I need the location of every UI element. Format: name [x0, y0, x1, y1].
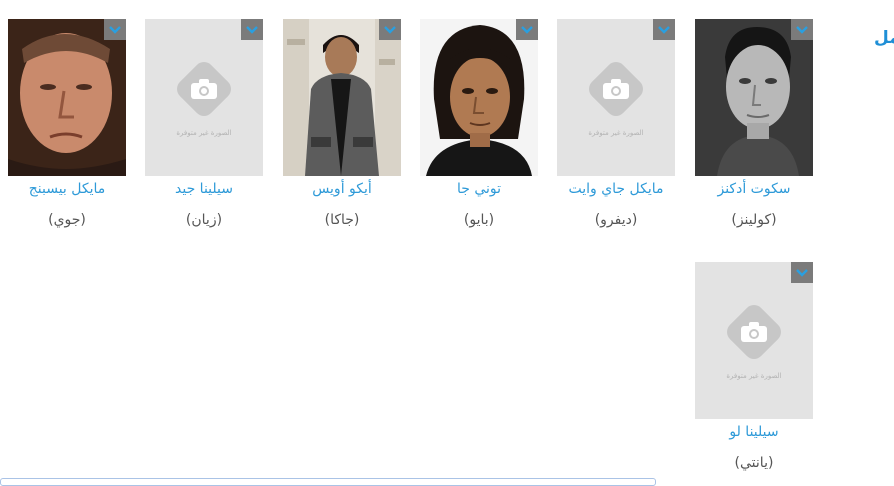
camera-icon	[191, 78, 217, 99]
actor-name-link[interactable]: سيلينا لو	[695, 423, 813, 441]
character-name: (جاكا)	[324, 212, 360, 228]
section-heading: مل	[874, 28, 894, 48]
chevron-down-icon	[796, 25, 808, 34]
actor-name-link[interactable]: مايكل جاي وايت	[557, 180, 675, 198]
cast-card: توني جا (بايو)	[420, 19, 538, 229]
card-menu-button[interactable]	[791, 262, 813, 283]
character-name: (كولينز)	[731, 212, 777, 228]
character-name: (بايو)	[463, 212, 495, 228]
actor-name-link[interactable]: مايكل بيسبنج	[8, 180, 126, 198]
cast-card: سكوت أدكنز (كولينز)	[695, 19, 813, 229]
actor-photo[interactable]	[420, 19, 538, 176]
actor-photo[interactable]	[695, 19, 813, 176]
actor-photo[interactable]	[8, 19, 126, 176]
cast-card: الصورة غير متوفرة مايكل جاي وايت (ديفرو)	[557, 19, 675, 229]
placeholder-caption: الصورة غير متوفرة	[588, 128, 644, 137]
character-name: (زيان)	[185, 212, 223, 228]
chevron-down-icon	[658, 25, 670, 34]
actor-name-link[interactable]: سيلينا جيد	[145, 180, 263, 198]
chevron-down-icon	[796, 268, 808, 277]
actor-photo-placeholder[interactable]: الصورة غير متوفرة	[695, 262, 813, 419]
chevron-down-icon	[109, 25, 121, 34]
actor-name-link[interactable]: توني جا	[420, 180, 538, 198]
comment-input[interactable]	[0, 478, 656, 486]
chevron-down-icon	[246, 25, 258, 34]
character-name: (ديفرو)	[594, 212, 638, 228]
actor-photo[interactable]	[283, 19, 401, 176]
card-menu-button[interactable]	[241, 19, 263, 40]
camera-icon	[603, 78, 629, 99]
chevron-down-icon	[521, 25, 533, 34]
actor-photo-placeholder[interactable]: الصورة غير متوفرة	[145, 19, 263, 176]
camera-icon	[741, 321, 767, 342]
card-menu-button[interactable]	[653, 19, 675, 40]
card-menu-button[interactable]	[516, 19, 538, 40]
actor-name-link[interactable]: أيكو أويس	[283, 180, 401, 198]
cast-card: الصورة غير متوفرة سيلينا جيد (زيان)	[145, 19, 263, 229]
actor-name-link[interactable]: سكوت أدكنز	[695, 180, 813, 198]
cast-card: الصورة غير متوفرة سيلينا لو (يانتي)	[695, 262, 813, 472]
character-name: (جوي)	[48, 212, 86, 228]
cast-card: مايكل بيسبنج (جوي)	[8, 19, 126, 229]
chevron-down-icon	[384, 25, 396, 34]
card-menu-button[interactable]	[379, 19, 401, 40]
placeholder-caption: الصورة غير متوفرة	[726, 371, 782, 380]
card-menu-button[interactable]	[104, 19, 126, 40]
card-menu-button[interactable]	[791, 19, 813, 40]
character-name: (يانتي)	[734, 455, 774, 471]
placeholder-caption: الصورة غير متوفرة	[176, 128, 232, 137]
actor-photo-placeholder[interactable]: الصورة غير متوفرة	[557, 19, 675, 176]
cast-card: أيكو أويس (جاكا)	[283, 19, 401, 229]
